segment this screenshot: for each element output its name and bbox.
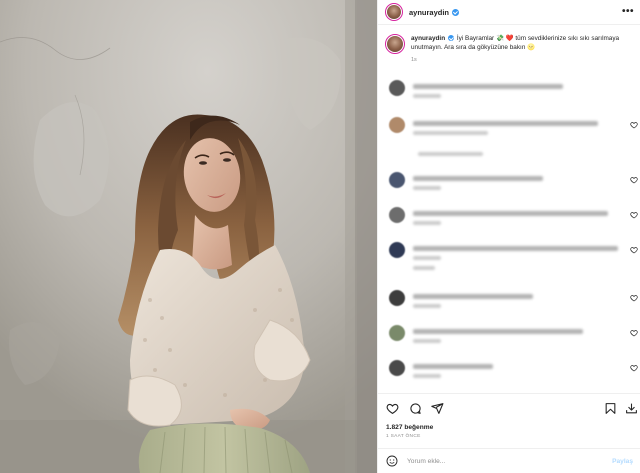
likes-count[interactable]: 1.827 beğenme (386, 424, 433, 431)
comment-meta-blurred (418, 152, 483, 156)
caption-text: aynuraydin İyi Bayramlar 💸 ❤️ tüm sevdik… (411, 34, 626, 54)
comment-text-blurred (413, 364, 493, 369)
comment-avatar[interactable] (389, 172, 405, 188)
caption-avatar[interactable] (385, 34, 405, 54)
caption-username[interactable]: aynuraydin (411, 35, 445, 42)
caption-time: 1s (411, 57, 417, 63)
comment-avatar[interactable] (389, 80, 405, 96)
comment-meta-blurred (413, 186, 441, 190)
comment-item (378, 358, 640, 386)
comment-meta-blurred (413, 374, 441, 378)
comment-like-heart-icon[interactable] (630, 364, 638, 372)
heart-icon[interactable] (386, 402, 399, 415)
post-photo[interactable] (0, 0, 377, 473)
post-timestamp: 1 SAAT ÖNCE (386, 434, 421, 439)
comment-text-blurred (413, 329, 583, 334)
comment-avatar[interactable] (389, 325, 405, 341)
comment-text-blurred (413, 84, 563, 89)
verified-badge-icon (448, 34, 455, 41)
comment-meta-blurred (413, 94, 441, 98)
comment-meta-blurred (413, 339, 441, 343)
comment-like-heart-icon[interactable] (630, 294, 638, 302)
post-image-illustration (0, 0, 377, 473)
comment-item (378, 240, 640, 270)
comment-like-heart-icon[interactable] (630, 211, 638, 219)
comment-meta-blurred (413, 266, 435, 270)
comment-like-heart-icon[interactable] (630, 121, 638, 129)
comment-text-blurred (413, 294, 533, 299)
comment-item (378, 115, 640, 143)
comment-meta-blurred (413, 221, 441, 225)
verified-badge-icon (452, 8, 460, 16)
caption: aynuraydin İyi Bayramlar 💸 ❤️ tüm sevdik… (378, 25, 640, 54)
comment-like-heart-icon[interactable] (630, 329, 638, 337)
comment-item (378, 288, 640, 316)
share-icon[interactable] (431, 402, 444, 415)
comment-text-blurred (413, 176, 543, 181)
comment-text-blurred (413, 246, 618, 251)
comment-item (378, 170, 640, 198)
post-header: aynuraydin ••• (378, 0, 640, 25)
comment-meta-blurred (413, 131, 488, 135)
comment-meta-blurred (413, 256, 441, 260)
avatar[interactable] (385, 3, 403, 21)
comment-item (378, 78, 640, 106)
comment-avatar[interactable] (389, 117, 405, 133)
comment-text-blurred (413, 211, 608, 216)
comment-item (378, 323, 640, 351)
post-comment-button[interactable]: Paylaş (612, 458, 633, 465)
comment-input[interactable] (407, 457, 577, 465)
comment-avatar[interactable] (389, 242, 405, 258)
more-horizontal-icon[interactable]: ••• (622, 7, 634, 17)
download-icon[interactable] (625, 402, 638, 415)
comment-avatar[interactable] (389, 290, 405, 306)
post-actions: 1.827 beğenme 1 SAAT ÖNCE (378, 393, 640, 443)
comment-like-heart-icon[interactable] (630, 246, 638, 254)
comment-item (378, 205, 640, 233)
comment-avatar[interactable] (389, 207, 405, 223)
comment-text-blurred (413, 121, 598, 126)
add-comment-bar: Paylaş (378, 448, 640, 473)
comment-avatar[interactable] (389, 360, 405, 376)
post-sidebar: aynuraydin ••• aynuraydin İyi Bayramlar … (377, 0, 640, 473)
bookmark-icon[interactable] (604, 402, 617, 415)
comment-meta-blurred (413, 304, 441, 308)
comment-like-heart-icon[interactable] (630, 176, 638, 184)
comment-icon[interactable] (409, 402, 422, 415)
smiley-icon[interactable] (386, 455, 398, 467)
username-link[interactable]: aynuraydin (409, 8, 449, 17)
